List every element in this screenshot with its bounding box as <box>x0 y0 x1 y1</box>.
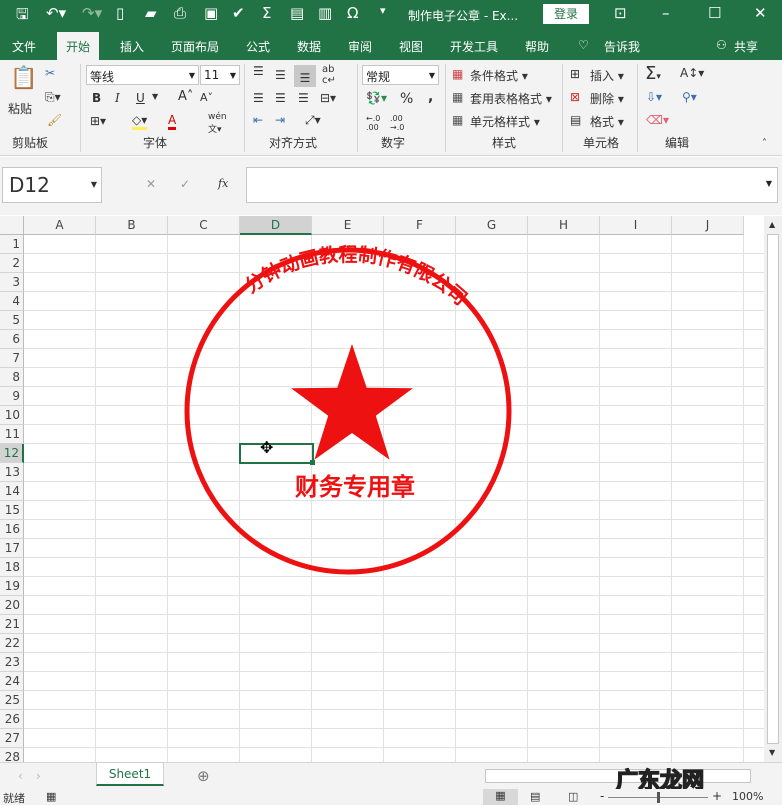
vertical-scrollbar[interactable]: ▲ ▼ <box>764 216 782 762</box>
add-sheet-icon[interactable]: ⊕ <box>197 767 210 785</box>
macro-record-icon[interactable]: ▦ <box>46 790 56 803</box>
zoom-out-button[interactable]: - <box>600 789 604 803</box>
page-layout-view-icon[interactable]: ▤ <box>530 790 540 803</box>
status-bar: 就绪 ▦ ▦ ▤ ◫ - + 100% <box>0 789 782 805</box>
sheet-tab-bar: ‹ › Sheet1 ⊕ 广东龙网 <box>0 762 782 795</box>
move-cursor-icon: ✥ <box>260 438 273 457</box>
page-break-view-icon[interactable]: ◫ <box>568 790 578 803</box>
vertical-scroll-thumb[interactable] <box>767 234 779 744</box>
zoom-level[interactable]: 100% <box>732 790 763 803</box>
scroll-down-icon[interactable]: ▼ <box>769 748 775 757</box>
zoom-in-button[interactable]: + <box>712 789 722 803</box>
zoom-slider-thumb[interactable] <box>657 792 660 803</box>
stamp-star <box>291 344 413 460</box>
fill-handle <box>310 460 315 465</box>
sheet-tab-sheet1[interactable]: Sheet1 <box>96 762 164 786</box>
normal-view-icon[interactable]: ▦ <box>483 789 518 805</box>
status-text: 就绪 <box>3 792 25 805</box>
stamp-label: 财务专用章 <box>295 473 415 501</box>
stamp-overlay: 一分钟动画教程制作有限公司 财务专用章 ✥ <box>184 243 512 575</box>
prev-sheet-icon[interactable]: ‹ <box>18 769 23 783</box>
active-cell-d12 <box>239 443 314 464</box>
next-sheet-icon[interactable]: › <box>36 769 41 783</box>
scroll-up-icon[interactable]: ▲ <box>769 220 775 229</box>
